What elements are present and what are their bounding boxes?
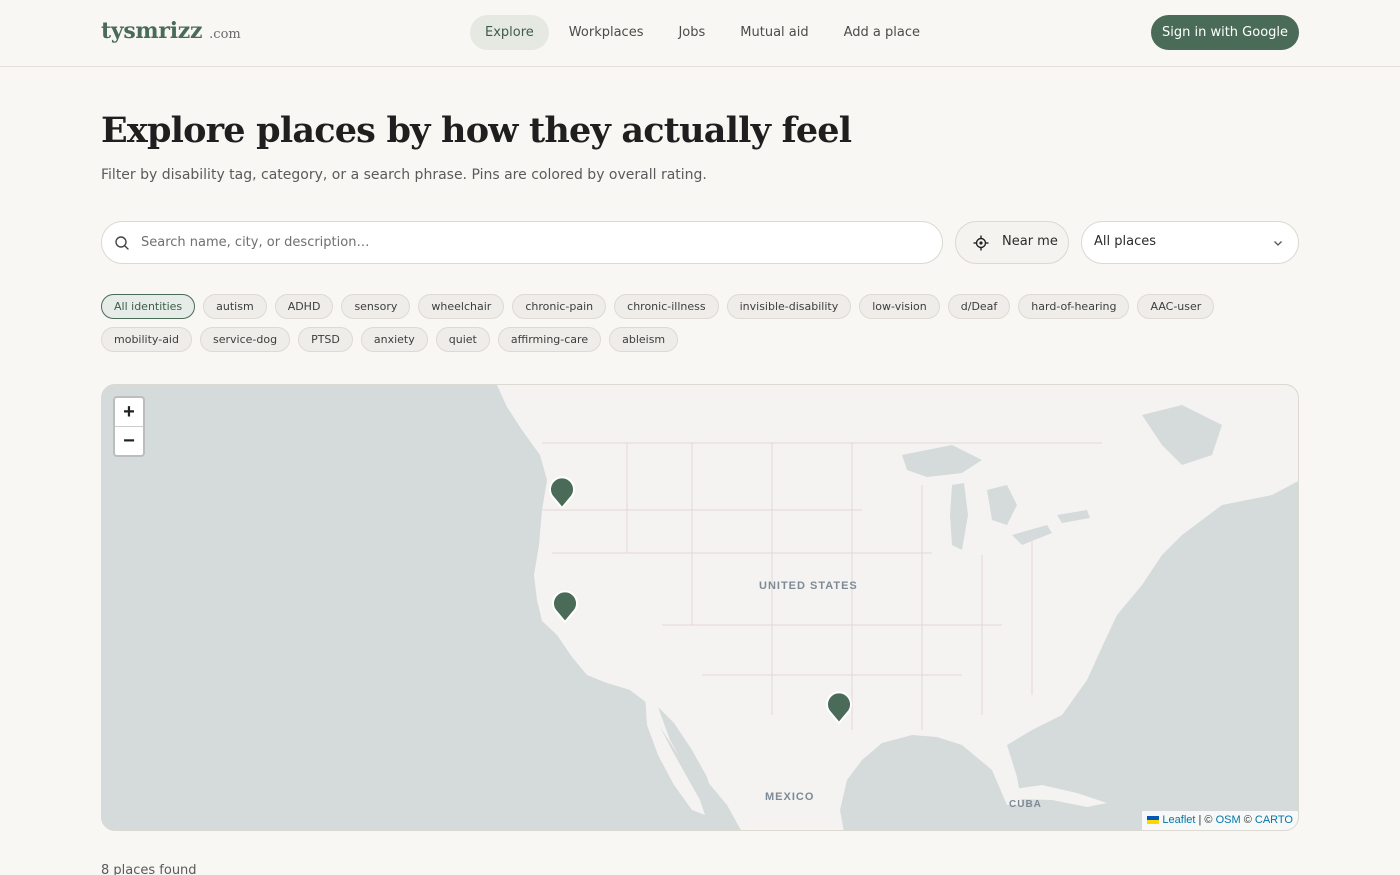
chip-mobility-aid[interactable]: mobility-aid [101,327,192,352]
attribution-copy-1: © [1204,814,1213,826]
chip-affirming-care[interactable]: affirming-care [497,327,602,352]
chip-chronic-illness[interactable]: chronic-illness [614,294,719,319]
logo-tld: .com [209,27,241,42]
chip-ptsd[interactable]: PTSD [298,327,353,352]
page-subtitle: Filter by disability tag, category, or a… [101,167,707,183]
map-attribution: Leaflet | © OSM © CARTO [1142,811,1298,830]
map-label-united-states: UNITED STATES [759,580,858,592]
map-label-cuba: CUBA [1009,799,1042,810]
map-pin-austin[interactable] [825,690,853,724]
sign-in-google-button[interactable]: Sign in with Google [1151,15,1299,50]
search-input[interactable] [141,222,921,263]
places-map[interactable]: UNITED STATES MEXICO CUBA + − Leaflet | … [101,384,1299,831]
chip-chronic-pain[interactable]: chronic-pain [512,294,607,319]
chip-wheelchair[interactable]: wheelchair [418,294,505,319]
chip-ableism[interactable]: ableism [609,327,679,352]
map-pin-portland[interactable] [548,475,576,509]
main-nav: Explore Workplaces Jobs Mutual aid Add a… [470,15,940,50]
chip-service-dog[interactable]: service-dog [199,327,291,352]
search-box [101,221,943,264]
identity-filter-chips: All identities autism ADHD sensory wheel… [101,294,1301,352]
chip-low-vision[interactable]: low-vision [859,294,940,319]
chip-hard-of-hearing[interactable]: hard-of-hearing [1018,294,1130,319]
chip-sensory[interactable]: sensory [341,294,411,319]
chevron-down-icon [1274,241,1282,246]
nav-add-a-place[interactable]: Add a place [829,15,935,50]
chip-autism[interactable]: autism [203,294,267,319]
nav-explore[interactable]: Explore [470,15,549,50]
search-icon [115,236,129,250]
zoom-in-button[interactable]: + [115,398,143,427]
attribution-separator: | [1198,814,1202,826]
chip-anxiety[interactable]: anxiety [360,327,428,352]
map-pin-san-francisco[interactable] [551,589,579,623]
nav-workplaces[interactable]: Workplaces [554,15,659,50]
logo-name: tysmrizz [101,18,203,44]
leaflet-link[interactable]: Leaflet [1162,814,1195,826]
map-label-mexico: MEXICO [765,791,815,803]
chip-adhd[interactable]: ADHD [274,294,334,319]
page-title: Explore places by how they actually feel [101,110,852,151]
logo[interactable]: tysmrizz .com [101,18,241,44]
category-select-value: All places [1094,234,1156,249]
nav-jobs[interactable]: Jobs [663,15,720,50]
results-count: 8 places found [101,863,197,875]
near-me-label: Near me [1002,234,1058,249]
site-header: tysmrizz .com Explore Workplaces Jobs Mu… [0,0,1400,67]
chip-all-identities[interactable]: All identities [101,294,196,319]
near-me-button[interactable]: Near me [955,221,1069,264]
locate-icon [973,235,989,251]
osm-link[interactable]: OSM [1216,814,1241,826]
chip-quiet[interactable]: quiet [435,327,490,352]
zoom-out-button[interactable]: − [115,427,143,455]
category-select[interactable]: All places [1081,221,1299,264]
ukraine-flag-icon [1147,816,1160,825]
map-basemap [497,385,1298,830]
chip-invisible-disability[interactable]: invisible-disability [726,294,852,319]
carto-link[interactable]: CARTO [1255,814,1293,826]
attribution-copy-2: © [1243,814,1252,826]
nav-mutual-aid[interactable]: Mutual aid [725,15,823,50]
chip-d-deaf[interactable]: d/Deaf [947,294,1011,319]
zoom-control: + − [113,396,145,457]
chip-aac-user[interactable]: AAC-user [1137,294,1215,319]
